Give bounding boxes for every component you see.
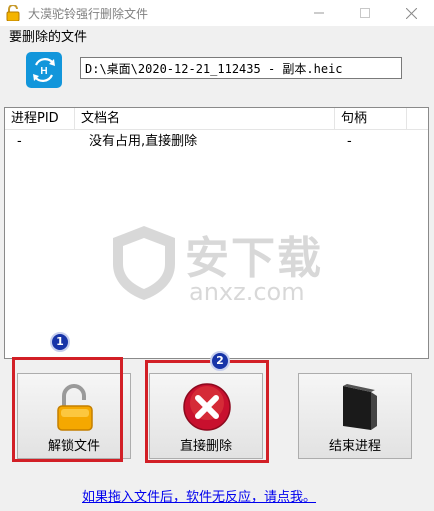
file-to-delete-label: 要删除的文件 bbox=[9, 30, 88, 45]
help-link[interactable]: 如果拖入文件后，软件无反应，请点我。 bbox=[82, 486, 316, 505]
watermark-shield-icon bbox=[113, 226, 175, 300]
delete-directly-button[interactable]: 直接删除 bbox=[149, 373, 263, 459]
minimize-button[interactable] bbox=[296, 0, 342, 26]
window-title: 大漠驼铃强行删除文件 bbox=[28, 7, 149, 21]
title-bar: 大漠驼铃强行删除文件 bbox=[0, 0, 434, 26]
open-padlock-icon bbox=[57, 384, 93, 431]
watermark-domain: anxz.com bbox=[189, 278, 305, 306]
column-header-document-name[interactable]: 文档名 bbox=[75, 108, 335, 130]
padlock-icon bbox=[6, 5, 20, 21]
unlock-file-label: 解锁文件 bbox=[47, 439, 100, 454]
file-path-field[interactable]: D:\桌面\2020-12-21_112435 - 副本.heic bbox=[80, 57, 402, 79]
close-icon bbox=[405, 7, 417, 19]
column-header-handle[interactable]: 句柄 bbox=[335, 108, 407, 130]
watermark: 安下载 anxz.com bbox=[109, 220, 329, 310]
step-badge-1: 1 bbox=[50, 332, 70, 352]
maximize-button[interactable] bbox=[342, 0, 388, 26]
end-process-button[interactable]: 结束进程 bbox=[298, 373, 412, 459]
process-list[interactable]: 进程PID 文档名 句柄 - 没有占用,直接删除 - 安下载 anxz.com bbox=[4, 107, 429, 359]
step-badge-2: 2 bbox=[210, 351, 230, 371]
close-button[interactable] bbox=[388, 0, 434, 26]
row-document-name: 没有占用,直接删除 bbox=[89, 134, 198, 149]
table-row[interactable]: - 没有占用,直接删除 - bbox=[5, 132, 428, 152]
minimize-icon bbox=[314, 12, 324, 14]
maximize-icon bbox=[360, 8, 370, 18]
column-header-pid[interactable]: 进程PID bbox=[5, 108, 75, 130]
app-logo-icon: H bbox=[26, 52, 62, 88]
watermark-text: 安下载 bbox=[185, 233, 323, 284]
row-pid: - bbox=[17, 134, 22, 149]
end-process-label: 结束进程 bbox=[328, 439, 381, 454]
delete-directly-label: 直接删除 bbox=[179, 439, 232, 454]
red-x-icon bbox=[183, 383, 231, 431]
svg-text:H: H bbox=[40, 66, 47, 77]
unlock-file-button[interactable]: 解锁文件 bbox=[17, 373, 131, 459]
row-handle: - bbox=[347, 134, 352, 149]
black-folder-icon bbox=[343, 384, 377, 430]
list-header: 进程PID 文档名 句柄 bbox=[5, 108, 428, 130]
